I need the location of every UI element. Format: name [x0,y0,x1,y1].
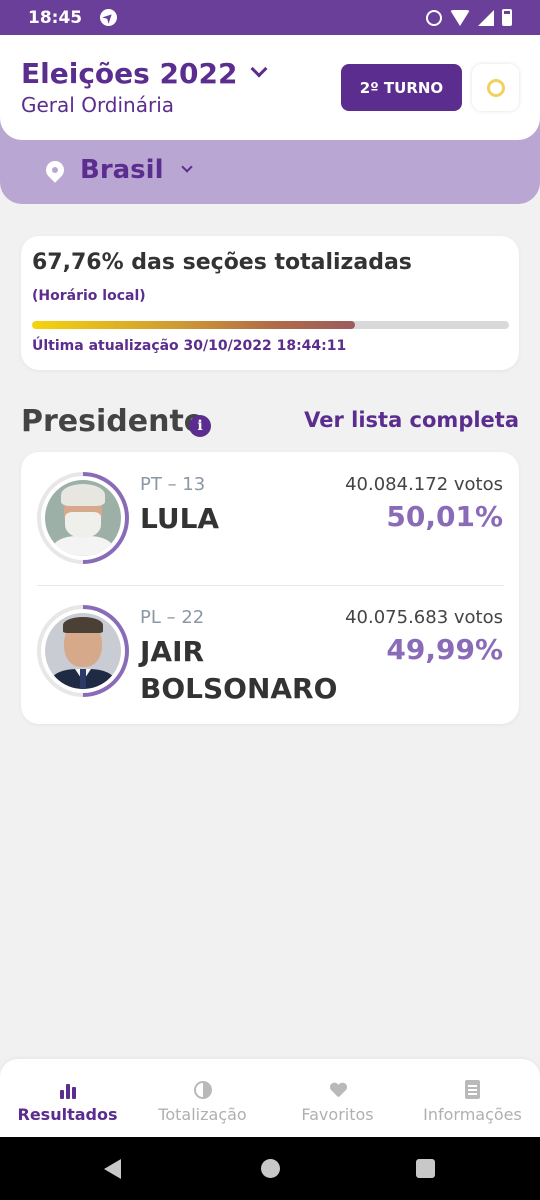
candidate-votes: 40.084.172 votos [345,474,503,495]
status-bar: 18:45 [0,0,540,35]
candidate-party: PL – 22 [140,607,205,628]
candidate-photo [45,480,121,556]
nav-item-resultados[interactable]: Resultados [0,1059,135,1137]
alarm-icon [426,9,442,26]
local-time-note: (Horário local) [32,288,146,304]
document-icon [465,1080,480,1099]
status-time: 18:45 [28,7,83,28]
candidate-name: LULA [140,502,220,535]
header-card: Eleições 2022 Geral Ordinária 2º TURNO [0,35,540,140]
candidate-votes: 40.075.683 votos [345,607,503,628]
percent-ring [37,472,129,564]
election-title: Eleições 2022 [21,57,238,90]
progress-card: 67,76% das seções totalizadas (Horário l… [21,236,519,370]
signal-icon [478,9,494,26]
region-label: Brasil [80,155,164,185]
candidate-percent: 50,01% [386,500,503,533]
bar-chart-icon [58,1079,78,1099]
candidates-card: PT – 13 LULA 40.084.172 votos 50,01% PL … [21,452,519,724]
full-list-link[interactable]: Ver lista completa [304,408,519,432]
back-icon[interactable] [104,1159,121,1179]
percent-ring [37,605,129,697]
theme-toggle-button[interactable] [472,64,519,111]
nav-label: Informações [423,1105,522,1124]
nav-label: Resultados [17,1105,118,1124]
info-icon[interactable]: i [189,415,211,437]
battery-icon [502,9,512,26]
election-selector[interactable]: Eleições 2022 [21,57,268,90]
system-nav-bar [0,1137,540,1200]
progress-title: 67,76% das seções totalizadas [32,250,412,275]
section-title: Presidente [21,404,205,439]
nav-item-totalizacao[interactable]: Totalização [135,1059,270,1137]
navigation-icon [100,9,118,26]
nav-item-favoritos[interactable]: Favoritos [270,1059,405,1137]
bottom-nav: Resultados Totalização Favoritos Informa… [0,1059,540,1137]
home-icon[interactable] [261,1159,280,1178]
nav-item-informacoes[interactable]: Informações [405,1059,540,1137]
status-icons [426,9,512,26]
heart-icon [330,1083,346,1099]
region-selector[interactable]: Brasil [42,155,194,185]
nav-label: Favoritos [301,1105,374,1124]
divider [37,585,504,586]
turn-button[interactable]: 2º TURNO [341,64,462,111]
candidate-percent: 49,99% [386,633,503,666]
progress-bar-fill [32,321,356,329]
candidate-photo [45,613,121,689]
recent-apps-icon[interactable] [416,1159,435,1178]
election-subtitle: Geral Ordinária [21,93,175,117]
location-pin-icon [42,157,68,183]
last-update: Última atualização 30/10/2022 18:44:11 [32,338,347,354]
nav-label: Totalização [158,1105,247,1124]
progress-bar [32,321,509,329]
wifi-icon [450,9,470,26]
chevron-down-icon [181,161,194,173]
candidate-name: JAIR BOLSONARO [140,635,338,705]
sun-icon [486,78,505,97]
candidate-party: PT – 13 [140,474,206,495]
chevron-down-icon [250,60,268,77]
pie-chart-icon [193,1081,212,1099]
